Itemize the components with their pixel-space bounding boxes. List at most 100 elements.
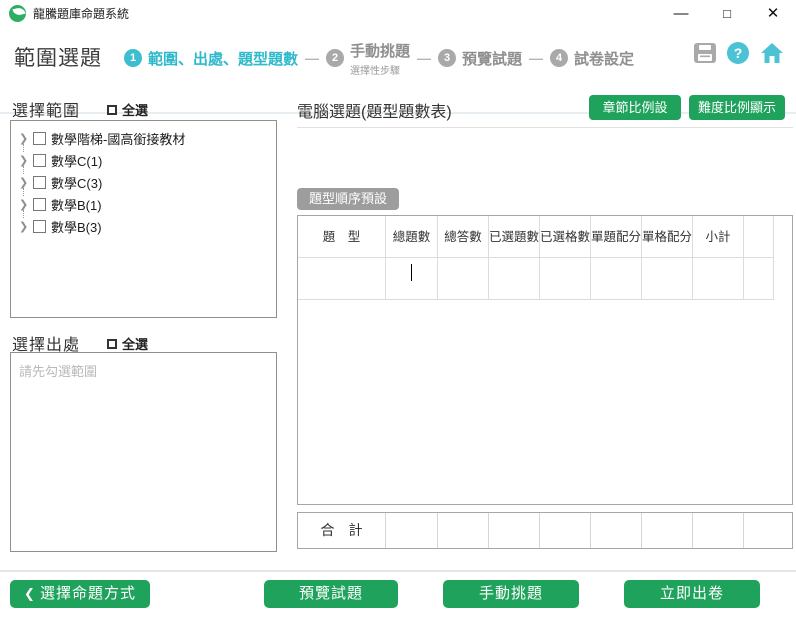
back-button-label: 選擇命題方式: [39, 585, 136, 602]
step-2-label: 手動挑題: [350, 42, 411, 60]
range-section-title: 選擇範圍: [12, 103, 81, 120]
step-3: 3 預覽試題: [438, 48, 522, 69]
back-to-method-button[interactable]: ❮ 選擇命題方式: [10, 580, 150, 608]
table-header-row: 題 型 總題數 總答數 已選題數 已選格數 單題配分 單格配分 小計: [298, 216, 792, 258]
table-row[interactable]: [298, 258, 792, 300]
generate-exam-button[interactable]: 立即出卷: [624, 580, 760, 608]
col-header-total-answers: 總答數: [438, 216, 489, 258]
tree-item-label[interactable]: 數學B(1): [51, 195, 102, 214]
text-caret: [411, 264, 412, 281]
col-header-subtotal: 小計: [693, 216, 744, 258]
cell-selected-questions[interactable]: [489, 258, 540, 300]
chevron-right-icon[interactable]: ❯: [19, 198, 33, 211]
range-select-all[interactable]: 全選: [107, 100, 148, 119]
main-panel-divider: [297, 127, 793, 128]
difficulty-ratio-button[interactable]: 難度比例顯示: [689, 95, 785, 120]
app-title: 龍騰題庫命題系統: [33, 7, 130, 21]
step-1-label: 範圍、出處、題型題數: [148, 50, 299, 68]
step-2: 2 手動挑題 選擇性步驟: [326, 40, 410, 77]
chevron-right-icon[interactable]: ❯: [19, 132, 33, 145]
preview-questions-button[interactable]: 預覽試題: [264, 580, 398, 608]
col-header-total-questions: 總題數: [386, 216, 438, 258]
summary-cell: [438, 513, 489, 548]
step-1: 1 範圍、出處、題型題數: [124, 48, 298, 69]
tree-item[interactable]: ❯ 數學階梯-國高銜接教材: [11, 127, 276, 152]
tree-item-label[interactable]: 數學階梯-國高銜接教材: [51, 129, 185, 148]
tree-item[interactable]: ❯ 數學B(3): [11, 215, 276, 237]
main-panel-title: 電腦選題(題型題數表): [297, 104, 452, 121]
cell-total-questions[interactable]: [386, 258, 438, 300]
summary-cell: [540, 513, 591, 548]
cell-points-per-question[interactable]: [591, 258, 642, 300]
step-3-label: 預覽試題: [462, 50, 523, 68]
step-separator: —: [305, 50, 320, 66]
step-separator: —: [529, 50, 544, 66]
header: 範圍選題 1 範圍、出處、題型題數 — 2 手動挑題 選擇性步驟 — 3 預覽試…: [0, 28, 796, 114]
step-4-label: 試卷設定: [574, 50, 635, 68]
close-button[interactable]: ✕: [756, 0, 790, 28]
tree-item[interactable]: ❯ 數學B(1): [11, 193, 276, 218]
source-list-box: 請先勾選範圍: [10, 352, 277, 552]
tree-item[interactable]: ❯ 數學C(1): [11, 149, 276, 174]
summary-cell: [386, 513, 438, 548]
cell-subtotal[interactable]: [693, 258, 744, 300]
tree-item-checkbox[interactable]: [33, 197, 46, 211]
source-placeholder: 請先勾選範圍: [19, 364, 98, 379]
title-bar: 龍騰題庫命題系統 — □ ✕: [0, 0, 796, 28]
col-header-selected-questions: 已選題數: [489, 216, 540, 258]
step-separator: —: [417, 50, 432, 66]
summary-cell: [489, 513, 540, 548]
tree-item-label[interactable]: 數學C(1): [51, 151, 102, 170]
summary-row: 合 計: [298, 513, 792, 548]
summary-cell: [591, 513, 642, 548]
source-select-all[interactable]: 全選: [107, 334, 148, 353]
tree-item-label[interactable]: 數學C(3): [51, 173, 102, 192]
summary-cell: [744, 513, 792, 548]
tree-item-checkbox[interactable]: [33, 131, 46, 145]
step-2-sublabel: 選擇性步驟: [350, 65, 401, 77]
page-title: 範圍選題: [14, 47, 102, 70]
chevron-right-icon[interactable]: ❯: [19, 220, 33, 233]
tree-item-checkbox[interactable]: [33, 219, 46, 233]
preset-order-tab[interactable]: 題型順序預設: [297, 188, 399, 210]
tree-item-label[interactable]: 數學B(3): [51, 217, 102, 236]
chapter-ratio-button[interactable]: 章節比例設定: [589, 95, 681, 140]
col-header-points-per-question: 單題配分: [591, 216, 642, 258]
tree-item[interactable]: ❯ 數學C(3): [11, 171, 276, 196]
step-3-number: 3: [438, 49, 457, 67]
step-1-number: 1: [124, 49, 142, 67]
tree-item-checkbox[interactable]: [33, 153, 46, 167]
minimize-button[interactable]: —: [664, 0, 698, 28]
source-select-all-label: 全選: [122, 337, 149, 352]
cell-selected-blanks[interactable]: [540, 258, 591, 300]
summary-cell: [693, 513, 744, 548]
chevron-right-icon[interactable]: ❯: [19, 176, 33, 189]
col-header-selected-blanks: 已選格數: [540, 216, 591, 258]
range-select-all-label: 全選: [122, 103, 149, 118]
chevron-right-icon[interactable]: ❯: [19, 154, 33, 167]
cell-extra[interactable]: [744, 258, 774, 300]
range-tree: ❯ 數學階梯-國高銜接教材 ❯ 數學C(1) ❯ 數學C(3) ❯ 數學B(1)…: [10, 120, 277, 318]
cell-type[interactable]: [298, 258, 386, 300]
question-type-table: 題 型 總題數 總答數 已選題數 已選格數 單題配分 單格配分 小計: [297, 215, 793, 505]
step-4-number: 4: [550, 49, 569, 67]
manual-pick-button[interactable]: 手動挑題: [443, 580, 579, 608]
range-select-all-checkbox[interactable]: [107, 104, 117, 115]
col-header-extra: [744, 216, 774, 258]
step-2-number: 2: [326, 49, 345, 67]
home-icon[interactable]: [760, 42, 784, 64]
summary-total-label: 合 計: [298, 513, 386, 548]
maximize-button[interactable]: □: [710, 0, 744, 28]
col-header-type: 題 型: [298, 216, 386, 258]
save-icon[interactable]: [694, 43, 716, 63]
cell-total-answers[interactable]: [438, 258, 489, 300]
help-icon[interactable]: ?: [727, 42, 749, 64]
cell-points-per-blank[interactable]: [642, 258, 693, 300]
source-select-all-checkbox[interactable]: [107, 338, 117, 349]
footer-divider: [0, 570, 796, 572]
tree-item-checkbox[interactable]: [33, 175, 46, 189]
col-header-points-per-blank: 單格配分: [642, 216, 693, 258]
step-indicator: 1 範圍、出處、題型題數 — 2 手動挑題 選擇性步驟 — 3 預覽試題 — 4…: [124, 38, 634, 78]
app-logo-icon: [9, 5, 26, 22]
chevron-left-icon: ❮: [24, 586, 36, 601]
